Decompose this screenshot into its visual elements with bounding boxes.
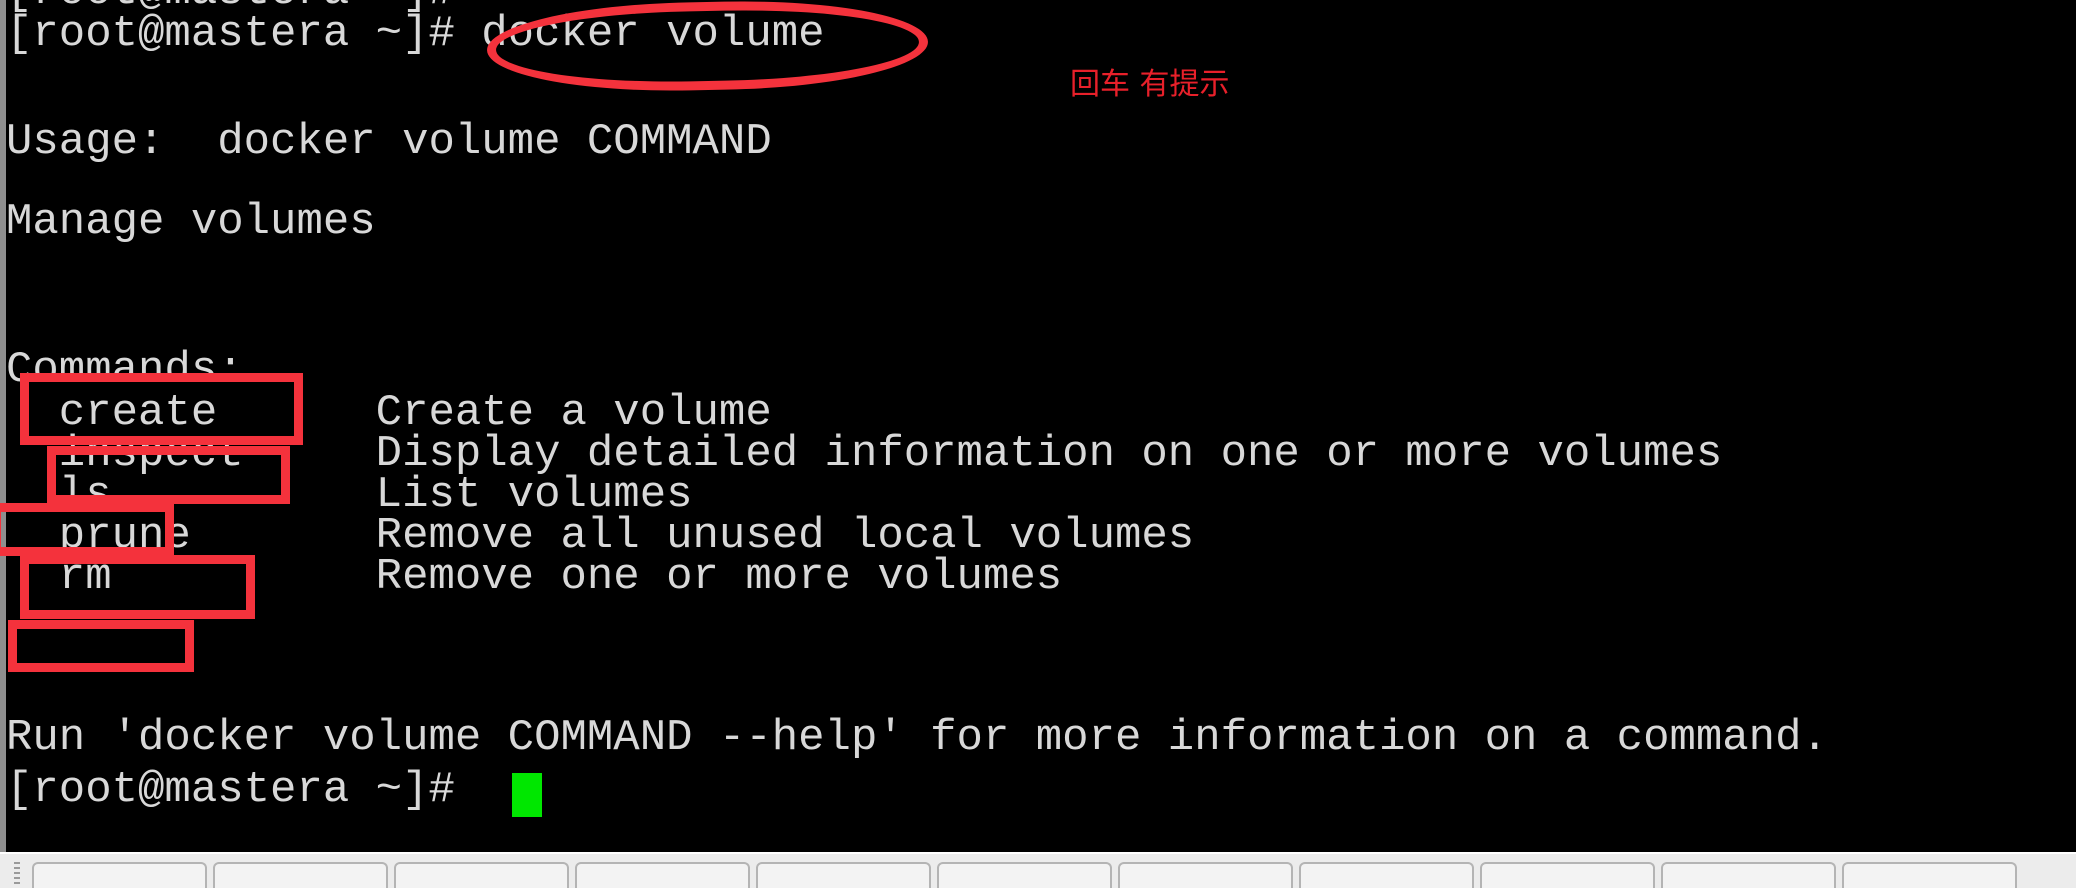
taskbar-button-strip[interactable] [0, 862, 2076, 888]
desktop-taskbar[interactable] [0, 852, 2076, 888]
taskbar-button[interactable] [1842, 862, 2017, 888]
annotation-box-rm [8, 620, 194, 672]
taskbar-button[interactable] [32, 862, 207, 888]
taskbar-button[interactable] [575, 862, 750, 888]
terminal-line-usage: Usage: docker volume COMMAND [6, 117, 772, 167]
terminal-viewport[interactable]: [root@mastera ~]# [root@mastera ~]# dock… [0, 0, 2076, 852]
terminal-screenshot: [root@mastera ~]# [root@mastera ~]# dock… [0, 0, 2076, 888]
taskbar-button[interactable] [213, 862, 388, 888]
taskbar-button[interactable] [1661, 862, 1836, 888]
taskbar-grip-handle[interactable] [14, 862, 20, 884]
taskbar-button[interactable] [1480, 862, 1655, 888]
taskbar-button[interactable] [756, 862, 931, 888]
terminal-line-footer-hint: Run 'docker volume COMMAND --help' for m… [6, 713, 1828, 763]
taskbar-button[interactable] [1118, 862, 1293, 888]
annotation-box-ls [0, 503, 174, 556]
annotation-note-text: 回车 有提示 [1070, 67, 1230, 102]
taskbar-button[interactable] [1299, 862, 1474, 888]
annotation-box-inspect [47, 446, 290, 504]
block-cursor [512, 773, 542, 817]
taskbar-button[interactable] [394, 862, 569, 888]
annotation-box-prune [20, 555, 255, 619]
terminal-line-description: Manage volumes [6, 197, 376, 247]
terminal-line-final-prompt: [root@mastera ~]# [6, 765, 482, 815]
taskbar-button[interactable] [937, 862, 1112, 888]
annotation-box-create [20, 373, 303, 445]
